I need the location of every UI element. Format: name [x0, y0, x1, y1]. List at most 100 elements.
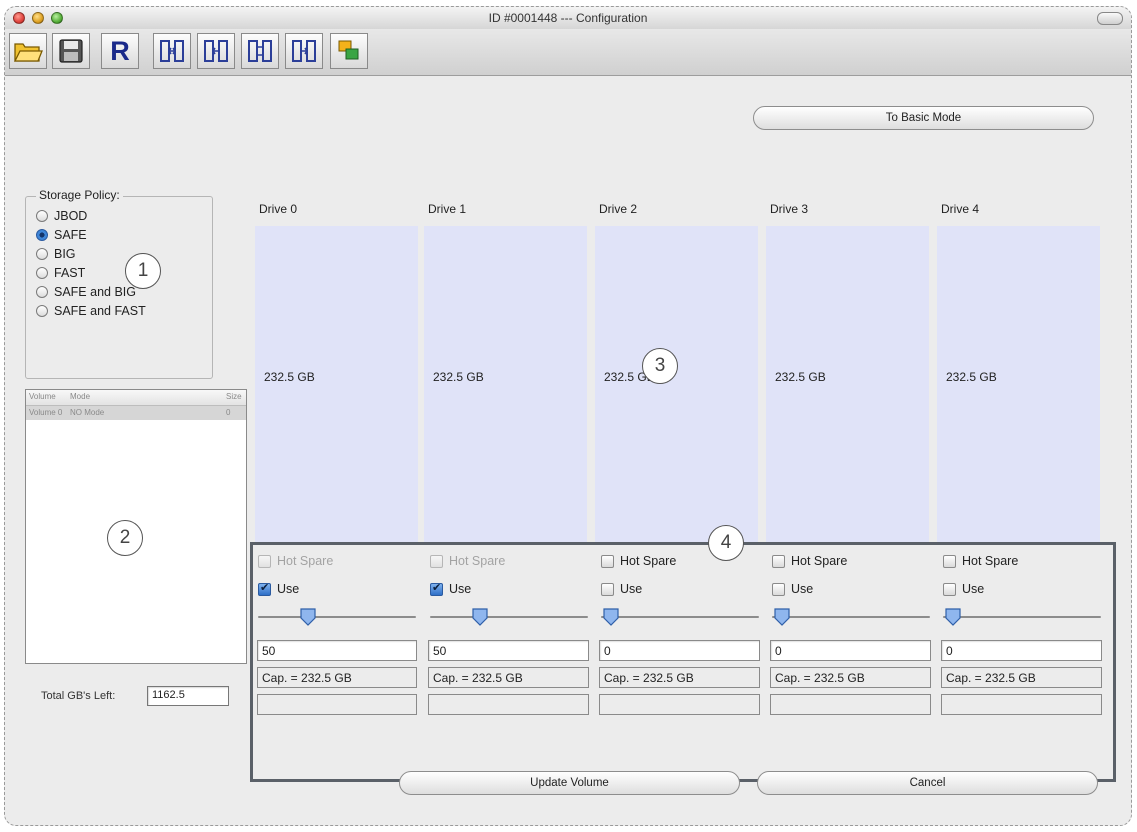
drive-2-label: Drive 2 — [599, 202, 638, 216]
drive-3-hot-spare-checkbox[interactable] — [772, 554, 785, 568]
drive-1-slider-track[interactable] — [430, 616, 588, 618]
radio-fast[interactable] — [36, 267, 48, 279]
drive-3-panel[interactable]: 232.5 GB — [766, 226, 929, 544]
cancel-button[interactable]: Cancel — [757, 771, 1098, 795]
total-gb-left-field: 1162.5 — [147, 686, 229, 706]
drive-0-slider-track[interactable] — [258, 616, 416, 618]
drive-1-panel[interactable]: 232.5 GB — [424, 226, 587, 544]
policy-label-jbod: JBOD — [54, 209, 88, 223]
drive-3-slider-knob[interactable] — [774, 608, 790, 626]
drive-1-hot-spare: Hot Spare — [430, 554, 505, 568]
drive-4-use[interactable]: Use — [943, 582, 984, 596]
raid-mode-3-button[interactable] — [241, 33, 279, 69]
radio-big[interactable] — [36, 248, 48, 260]
table-cell-size: 0 — [226, 408, 231, 417]
drive-0-panel[interactable]: 232.5 GB — [255, 226, 418, 544]
drive-4-use-label: Use — [962, 582, 985, 596]
toolbar-toggle-button[interactable] — [1097, 12, 1123, 25]
drive-0-hot-spare-checkbox — [258, 554, 271, 568]
drive-1-hot-spare-label: Hot Spare — [449, 554, 506, 568]
policy-option-safe-and-fast[interactable]: SAFE and FAST — [36, 302, 146, 320]
drive-1-slider-knob[interactable] — [471, 608, 488, 626]
raid-mode-1-button[interactable] — [153, 33, 191, 69]
drive-4-panel[interactable]: 232.5 GB — [937, 226, 1100, 544]
radio-safe[interactable] — [36, 229, 48, 241]
raid-mode-4-icon — [292, 40, 316, 62]
to-basic-mode-button[interactable]: To Basic Mode — [753, 106, 1094, 130]
drive-2-panel[interactable]: 232.5 GB — [595, 226, 758, 544]
callout-1: 1 — [125, 253, 161, 289]
drive-1-value-field[interactable]: 50 — [428, 640, 589, 661]
drive-2-hot-spare[interactable]: Hot Spare — [601, 554, 676, 568]
drive-2-slider-track[interactable] — [601, 616, 759, 618]
drive-2-use-checkbox[interactable] — [601, 582, 614, 596]
drive-2-slider-knob[interactable] — [603, 608, 619, 626]
drive-1-use[interactable]: Use — [430, 581, 471, 596]
storage-policy-legend: Storage Policy: — [36, 188, 123, 202]
drive-4-use-checkbox[interactable] — [943, 582, 956, 596]
drive-4-cap-field: Cap. = 232.5 GB — [941, 667, 1102, 688]
drive-0-use-label: Use — [277, 582, 300, 596]
drive-4-hot-spare[interactable]: Hot Spare — [943, 554, 1018, 568]
window-title: ID #0001448 --- Configuration — [488, 11, 648, 25]
policy-option-safe[interactable]: SAFE — [36, 226, 87, 244]
drive-3-value-field[interactable]: 0 — [770, 640, 931, 661]
drive-3-use-checkbox[interactable] — [772, 582, 785, 596]
raid-mode-2-button[interactable] — [197, 33, 235, 69]
open-folder-icon — [13, 43, 43, 62]
drive-3-extra-field — [770, 694, 931, 715]
main-content: To Basic Mode Storage Policy: JBOD SAFE … — [5, 76, 1131, 825]
radio-safe-and-big[interactable] — [36, 286, 48, 298]
drive-controls-highlight — [250, 542, 1116, 782]
radio-jbod[interactable] — [36, 210, 48, 222]
raid-mode-4-button[interactable] — [285, 33, 323, 69]
raid-mode-2-icon — [204, 40, 228, 62]
policy-option-jbod[interactable]: JBOD — [36, 207, 87, 225]
save-button[interactable] — [52, 33, 90, 69]
drive-3-cap-field: Cap. = 232.5 GB — [770, 667, 931, 688]
policy-label-safe-and-big: SAFE and BIG — [54, 285, 136, 299]
drive-1-use-checkbox[interactable] — [430, 581, 443, 596]
drive-0-use-checkbox[interactable] — [258, 581, 271, 596]
drive-4-value-field[interactable]: 0 — [941, 640, 1102, 661]
policy-option-safe-and-big[interactable]: SAFE and BIG — [36, 283, 136, 301]
column-header-mode[interactable]: Mode — [70, 392, 90, 401]
policy-option-fast[interactable]: FAST — [36, 264, 85, 282]
drive-0-value-field[interactable]: 50 — [257, 640, 417, 661]
column-header-size[interactable]: Size — [226, 392, 242, 401]
drive-1-capacity: 232.5 GB — [433, 370, 484, 384]
drive-4-slider-track[interactable] — [943, 616, 1101, 618]
drive-4-slider-knob[interactable] — [945, 608, 961, 626]
raid-mode-3-icon — [248, 40, 272, 62]
drive-0-label: Drive 0 — [259, 202, 298, 216]
drive-4-hot-spare-label: Hot Spare — [962, 554, 1019, 568]
table-cell-volume: Volume 0 — [29, 408, 63, 417]
table-row[interactable]: Volume 0 NO Mode 0 — [26, 406, 246, 420]
drive-3-hot-spare-label: Hot Spare — [791, 554, 848, 568]
drive-2-hot-spare-checkbox[interactable] — [601, 554, 614, 568]
drive-3-slider-track[interactable] — [772, 616, 930, 618]
refresh-r-icon: R — [110, 35, 130, 66]
drive-1-hot-spare-checkbox — [430, 554, 443, 568]
drive-0-use[interactable]: Use — [258, 581, 300, 596]
drive-2-extra-field — [599, 694, 760, 715]
drive-2-use[interactable]: Use — [601, 582, 642, 596]
refresh-button[interactable]: R — [101, 33, 139, 69]
storage-policy-group: Storage Policy: JBOD SAFE BIG FAST SAFE … — [25, 188, 213, 379]
policy-option-big[interactable]: BIG — [36, 245, 76, 263]
update-volume-button[interactable]: Update Volume — [399, 771, 740, 795]
drive-4-capacity: 232.5 GB — [946, 370, 997, 384]
radio-safe-and-fast[interactable] — [36, 305, 48, 317]
open-button[interactable] — [9, 33, 47, 69]
drive-4-hot-spare-checkbox[interactable] — [943, 554, 956, 568]
layers-button[interactable] — [330, 33, 368, 69]
raid-mode-1-icon — [160, 40, 184, 62]
drive-2-value-field[interactable]: 0 — [599, 640, 760, 661]
column-header-volume[interactable]: Volume — [29, 392, 56, 401]
drive-0-slider-knob[interactable] — [299, 608, 316, 626]
drive-3-capacity: 232.5 GB — [775, 370, 826, 384]
total-gb-left-label: Total GB's Left: — [41, 690, 116, 702]
drive-3-use[interactable]: Use — [772, 582, 813, 596]
drive-3-hot-spare[interactable]: Hot Spare — [772, 554, 847, 568]
drive-2-use-label: Use — [620, 582, 643, 596]
